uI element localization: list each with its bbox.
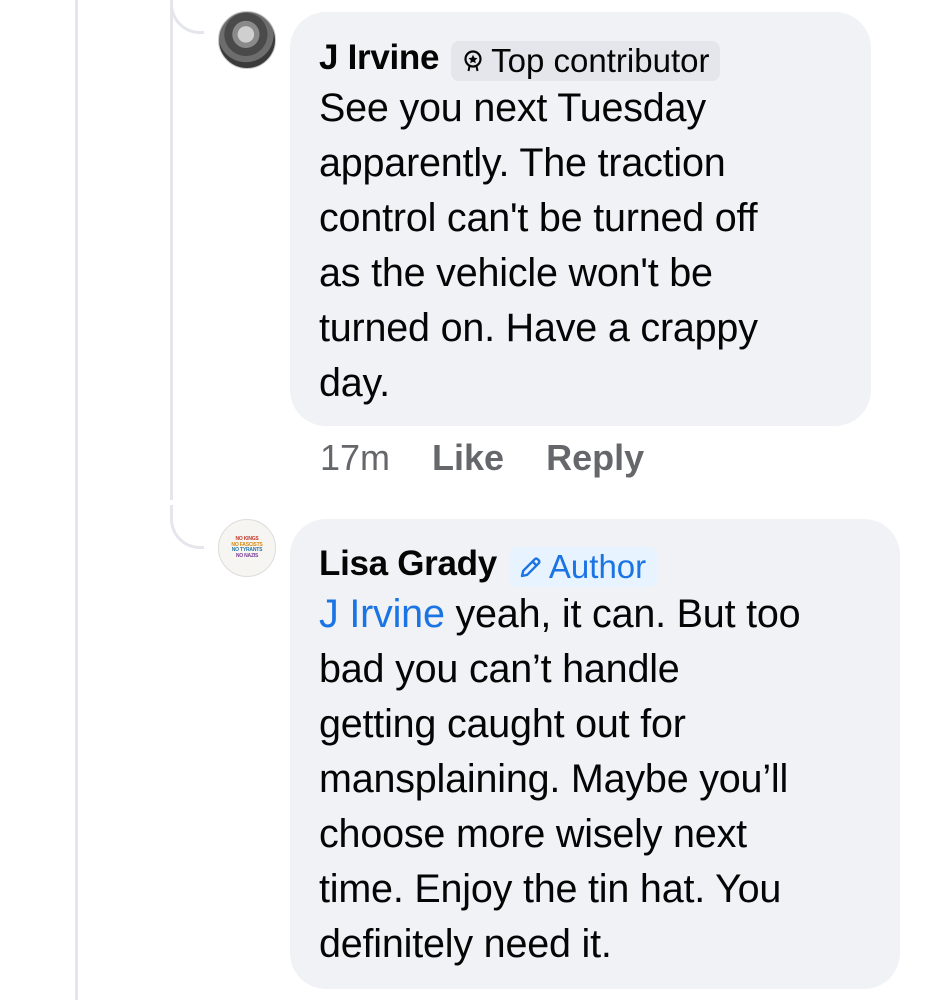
comment-header: J Irvine Top contributor: [319, 35, 843, 81]
comment-text: See you next Tuesday apparently. The tra…: [319, 86, 758, 405]
reply-button[interactable]: Reply: [546, 437, 644, 479]
author-name[interactable]: Lisa Grady: [319, 544, 497, 584]
thread-line-inner: [170, 0, 173, 500]
comment-actions: 17m Like Reply: [320, 437, 686, 479]
thread-line-outer: [75, 0, 78, 1000]
comment-bubble: Lisa Grady Author J Irvine yeah, it can.…: [290, 519, 900, 989]
thread-connector: [170, 0, 204, 34]
avatar[interactable]: [218, 11, 276, 69]
comment-body: yeah, it can. But too bad you can’t hand…: [319, 592, 801, 966]
comment-text: J Irvine yeah, it can. But too bad you c…: [319, 587, 872, 972]
badge-label: Author: [548, 548, 647, 585]
badge-label: Top contributor: [491, 42, 710, 79]
thread-connector: [170, 505, 204, 549]
top-contributor-badge-icon: [464, 50, 482, 72]
avatar[interactable]: NO KINGS NO FASCISTS NO TYRANTS NO NAZIS: [218, 519, 276, 577]
like-button[interactable]: Like: [432, 437, 504, 479]
avatar-text-line: NO NAZIS: [235, 552, 259, 559]
comment-bubble: J Irvine Top contributor See you next Tu…: [290, 12, 871, 426]
comment-timestamp[interactable]: 17m: [320, 437, 390, 479]
author-name[interactable]: J Irvine: [319, 38, 439, 78]
author-badge[interactable]: Author: [508, 547, 658, 587]
pencil-icon: [520, 557, 541, 578]
top-contributor-badge[interactable]: Top contributor: [451, 41, 721, 81]
comment-header: Lisa Grady Author: [319, 541, 872, 587]
mention-link[interactable]: J Irvine: [319, 592, 445, 636]
